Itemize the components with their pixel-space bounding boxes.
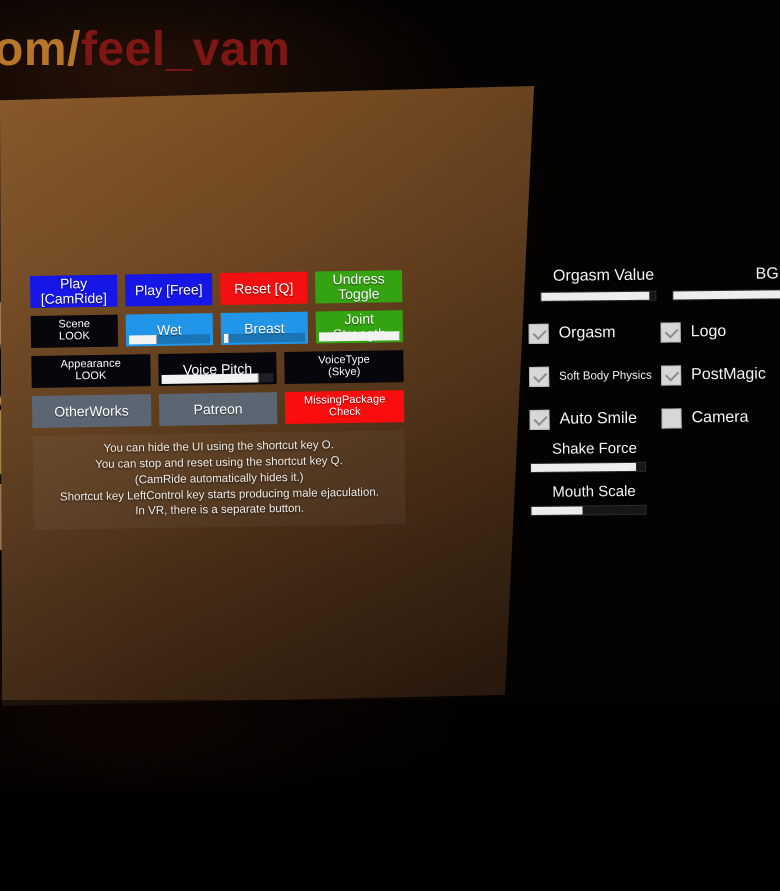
soft-body-physics-checkbox-row[interactable]: Soft Body Physics [529,354,661,398]
auto-smile-label: Auto Smile [559,409,638,428]
button-row: Play [CamRide] Play [Free] Reset [Q] Undres… [30,270,403,308]
help-text-block: You can hide the UI using the shortcut k… [32,430,406,531]
appearance-look-button-label: Appearance LOOK [60,358,121,383]
button-row: Scene LOOK WetBreastJoint Strength [30,310,404,348]
main-control-plate: Play [CamRide] Play [Free] Reset [Q] Undres… [30,270,406,531]
shake-force-row: Shake Force [530,438,780,484]
post-magic-checkbox[interactable] [661,364,682,386]
vr-app-screen: om/feel_vam Play [CamRide] Play [Free] Res… [0,0,780,891]
appearance-look-button[interactable]: Appearance LOOK [31,354,151,388]
reset-button-label: Reset [Q] [234,279,294,297]
bgm-slider[interactable]: BGM [660,265,780,310]
orgasm-value-slider[interactable]: Orgasm Value [528,267,660,312]
soft-body-physics-label: Soft Body Physics [559,369,652,383]
button-row: OtherWorks Patreon MissingPackage Check [31,390,405,428]
logo-checkbox[interactable] [660,321,681,343]
breast-slider[interactable]: Breast [220,311,309,346]
camera-checkbox[interactable] [661,407,682,429]
camera-checkbox-row[interactable]: Camera [661,395,780,439]
voice-type-button[interactable]: VoiceType (Skye) [284,350,404,385]
orgasm-checkbox[interactable] [528,323,549,344]
button-rows: Play [CamRide] Play [Free] Reset [Q] Undres… [30,270,405,428]
undress-toggle-button-label: Undress Toggle [332,270,385,303]
orgasm-checkbox-label: Orgasm [558,323,616,342]
shake-force-slider[interactable]: Shake Force [530,440,670,484]
patreon-button[interactable]: Patreon [158,392,278,426]
post-magic-checkbox-row[interactable]: PostMagic [661,352,780,396]
other-works-button[interactable]: OtherWorks [31,394,152,428]
bgm-track[interactable] [672,289,780,301]
shake-force-track[interactable] [530,461,647,473]
floor-shadow [0,700,780,891]
other-works-button-label: OtherWorks [54,402,129,420]
voice-type-button-label: VoiceType (Skye) [318,354,370,379]
shake-force-label: Shake Force [551,439,638,458]
camera-label: Camera [691,408,749,426]
undress-toggle-button[interactable]: Undress Toggle [314,270,403,304]
orgasm-checkbox-row[interactable]: Orgasm [528,311,660,355]
wet-slider-track[interactable] [128,334,211,345]
scene-look-button[interactable]: Scene LOOK [30,314,119,348]
soft-body-physics-checkbox[interactable] [529,366,550,387]
voice-pitch-slider-track[interactable] [161,373,275,384]
post-magic-label: PostMagic [691,365,766,383]
auto-smile-checkbox-row[interactable]: Auto Smile [529,397,661,441]
mouth-scale-label: Mouth Scale [552,482,636,501]
mouth-scale-row: Mouth Scale [530,481,780,527]
mouth-scale-track[interactable] [530,504,647,516]
play-free-button-label: Play [Free] [134,280,203,299]
wet-slider[interactable]: Wet [125,313,214,347]
settings-grid: Orgasm Value BGM Orgasm Logo Soft Body P… [528,265,780,527]
orgasm-value-label: Orgasm Value [552,266,655,285]
missing-package-check-button[interactable]: MissingPackage Check [285,390,405,425]
reset-button[interactable]: Reset [Q] [219,271,308,306]
figure-leg [0,484,28,550]
mouth-scale-slider[interactable]: Mouth Scale [530,483,670,527]
watermark-banner: om/feel_vam [0,26,290,74]
missing-package-check-button-label: MissingPackage Check [303,393,386,419]
patreon-button-label: Patreon [193,400,243,418]
settings-column: Orgasm Value BGM Orgasm Logo Soft Body P… [528,265,780,527]
breast-slider-track[interactable] [223,332,306,343]
banner-handle: feel_vam [80,23,291,76]
button-row: Appearance LOOK Voice Pitch VoiceType (Sky… [31,350,404,388]
voice-pitch-slider[interactable]: Voice Pitch [157,352,278,386]
joint-strength-slider-track[interactable] [318,331,401,342]
logo-checkbox-label: Logo [690,322,727,340]
ambient-glow-left [0,600,500,891]
play-camride-button[interactable]: Play [CamRide] [30,274,118,308]
play-free-button[interactable]: Play [Free] [124,273,213,307]
banner-prefix: om/ [0,23,81,76]
play-camride-button-label: Play [CamRide] [40,275,108,307]
scene-look-button-label: Scene LOOK [58,318,91,343]
bgm-label: BGM [755,265,780,283]
orgasm-value-track[interactable] [540,290,657,302]
auto-smile-checkbox[interactable] [529,409,550,430]
joint-strength-slider[interactable]: Joint Strength [315,310,404,344]
logo-checkbox-row[interactable]: Logo [660,309,780,353]
